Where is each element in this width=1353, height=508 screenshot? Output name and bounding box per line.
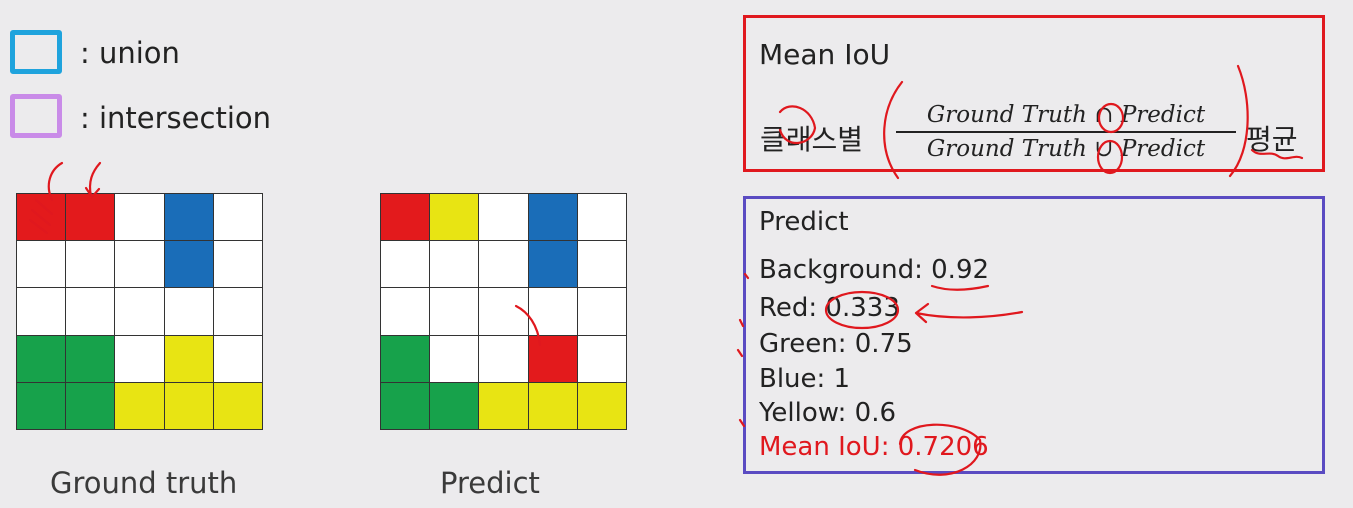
ground-truth-cell: [17, 288, 67, 336]
ground-truth-cell: [164, 241, 214, 289]
ground-truth-cell: [164, 335, 214, 383]
ground-truth-cell: [115, 335, 165, 383]
predict-cell: [430, 288, 480, 336]
predict-cell: [479, 194, 529, 242]
ground-truth-cell: [115, 194, 165, 242]
predict-cell: [430, 194, 480, 242]
predict-cell: [381, 288, 431, 336]
formula-title: Mean IoU: [759, 38, 891, 71]
ground-truth-cell: [164, 382, 214, 430]
predict-cell: [528, 335, 578, 383]
predict-results-box: Predict Background: 0.92 Red: 0.333 Gree…: [743, 196, 1325, 474]
ground-truth-cell: [213, 288, 263, 336]
predict-cell: [479, 288, 529, 336]
predict-cell: [577, 241, 627, 289]
results-title: Predict: [759, 207, 849, 237]
fraction-numerator: Ground Truth ∩ Predict: [896, 102, 1236, 133]
ground-truth-cell: [66, 194, 116, 242]
intersection-legend-label: : intersection: [80, 101, 272, 135]
predict-cell: [430, 241, 480, 289]
predict-cell: [381, 241, 431, 289]
ground-truth-cell: [17, 382, 67, 430]
ground-truth-cell: [115, 382, 165, 430]
predict-grid: [380, 193, 627, 430]
predict-cell: [381, 194, 431, 242]
predict-cell: [430, 335, 480, 383]
ground-truth-cell: [17, 335, 67, 383]
ground-truth-cell: [66, 335, 116, 383]
ground-truth-cell: [213, 241, 263, 289]
union-legend-label: : union: [80, 36, 180, 70]
ground-truth-cell: [213, 335, 263, 383]
ground-truth-cell: [66, 382, 116, 430]
ground-truth-cell: [66, 288, 116, 336]
ground-truth-cell: [17, 194, 67, 242]
predict-cell: [479, 241, 529, 289]
predict-cell: [430, 382, 480, 430]
predict-cell: [381, 382, 431, 430]
ground-truth-cell: [17, 241, 67, 289]
result-red: Red: 0.333: [759, 293, 900, 323]
predict-cell: [577, 288, 627, 336]
predict-cell: [528, 382, 578, 430]
ground-truth-cell: [213, 194, 263, 242]
predict-cell: [528, 288, 578, 336]
predict-cell: [381, 335, 431, 383]
iou-fraction: Ground Truth ∩ Predict Ground Truth ∪ Pr…: [896, 102, 1236, 162]
predict-cell: [479, 382, 529, 430]
predict-cell: [577, 335, 627, 383]
formula-suffix: 평균: [1246, 123, 1298, 156]
mean-iou-formula-box: Mean IoU 클래스별 Ground Truth ∩ Predict Gro…: [743, 15, 1325, 172]
ground-truth-cell: [115, 288, 165, 336]
result-blue: Blue: 1: [759, 364, 851, 394]
ground-truth-cell: [66, 241, 116, 289]
result-yellow: Yellow: 0.6: [759, 398, 896, 428]
result-green: Green: 0.75: [759, 329, 913, 359]
ground-truth-cell: [115, 241, 165, 289]
ground-truth-cell: [213, 382, 263, 430]
ground-truth-grid: [16, 193, 263, 430]
result-background: Background: 0.92: [759, 255, 990, 285]
predict-cell: [479, 335, 529, 383]
predict-cell: [528, 194, 578, 242]
formula-prefix: 클래스별: [760, 123, 864, 156]
result-mean-iou: Mean IoU: 0.7206: [759, 432, 989, 462]
intersection-legend-swatch: [10, 94, 62, 138]
predict-caption: Predict: [440, 466, 540, 500]
fraction-denominator: Ground Truth ∪ Predict: [926, 136, 1206, 162]
ground-truth-cell: [164, 194, 214, 242]
ground-truth-cell: [164, 288, 214, 336]
predict-cell: [577, 194, 627, 242]
predict-cell: [528, 241, 578, 289]
predict-cell: [577, 382, 627, 430]
union-legend-swatch: [10, 30, 62, 74]
ground-truth-caption: Ground truth: [50, 466, 238, 500]
